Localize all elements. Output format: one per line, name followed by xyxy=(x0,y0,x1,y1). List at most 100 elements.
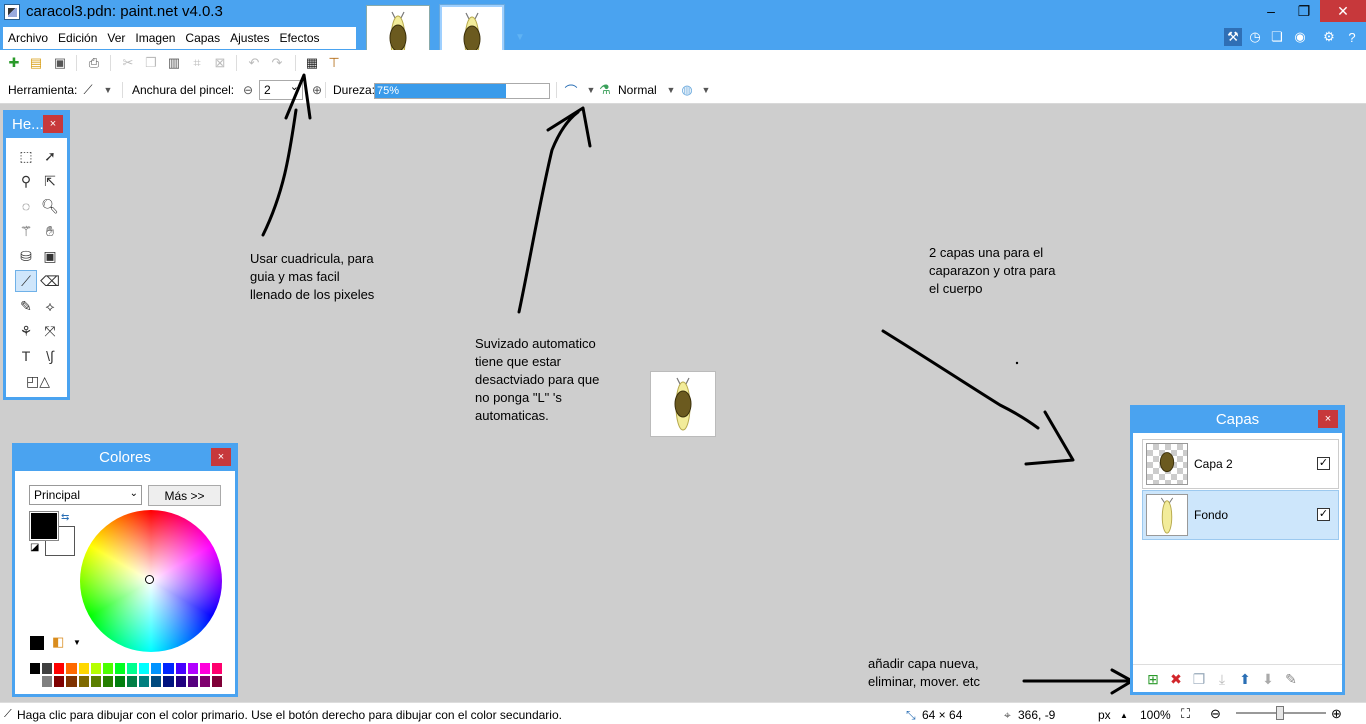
layers-toggle-icon[interactable]: ❏ xyxy=(1268,28,1286,46)
chevron-down-icon[interactable]: ▼ xyxy=(663,82,679,98)
chevron-down-icon[interactable]: ▼ xyxy=(698,82,714,98)
palette-swatch[interactable] xyxy=(89,662,102,675)
chevron-down-icon[interactable]: ▼ xyxy=(100,82,116,98)
tools-window-close[interactable]: × xyxy=(43,115,63,133)
blend-mode-flask-icon[interactable]: ⚗ xyxy=(597,82,613,98)
gradient-icon[interactable]: ▣ xyxy=(39,245,61,267)
line-curve-icon[interactable]: \∫ xyxy=(39,345,61,367)
color-wheel[interactable] xyxy=(80,510,222,652)
color-palette[interactable] xyxy=(29,662,223,688)
layer-row[interactable]: Capa 2 ✓ xyxy=(1142,439,1339,489)
palette-select[interactable]: Principal ⌄ xyxy=(29,485,142,505)
tabs-scroll-icon[interactable]: ▼ xyxy=(515,32,525,43)
palette-swatch[interactable] xyxy=(29,662,42,675)
blend-mode-label[interactable]: Normal xyxy=(618,83,657,97)
print-icon[interactable]: ⎙ xyxy=(86,55,102,71)
cut-icon[interactable]: ✂ xyxy=(120,55,136,71)
brush-width-select[interactable]: 2 xyxy=(259,80,303,100)
move-selected-pixels-icon[interactable]: ➚ xyxy=(39,145,61,167)
palette-swatch[interactable] xyxy=(101,675,114,688)
palette-swatch[interactable] xyxy=(186,675,199,688)
palette-swatch[interactable] xyxy=(77,675,90,688)
layers-window-titlebar[interactable]: Capas × xyxy=(1133,408,1342,433)
minimize-button[interactable]: – xyxy=(1255,0,1287,22)
colors-window-close[interactable]: × xyxy=(211,448,231,466)
menu-ajustes[interactable]: Ajustes xyxy=(225,31,274,45)
increase-width-icon[interactable]: ⊕ xyxy=(309,82,325,98)
move-layer-up-icon[interactable]: ⬆ xyxy=(1236,670,1254,688)
palette-swatch[interactable] xyxy=(174,662,187,675)
menu-ver[interactable]: Ver xyxy=(102,31,130,45)
palette-swatch[interactable] xyxy=(174,675,187,688)
palette-swatch[interactable] xyxy=(138,675,151,688)
colors-window-titlebar[interactable]: Colores × xyxy=(15,446,235,471)
redo-icon[interactable]: ↷ xyxy=(269,55,285,71)
palette-swatch[interactable] xyxy=(138,662,151,675)
paste-icon[interactable]: ▥ xyxy=(166,55,182,71)
decrease-width-icon[interactable]: ⊖ xyxy=(240,82,256,98)
palette-swatch[interactable] xyxy=(101,662,114,675)
zoom-icon[interactable]: 🔍︎ xyxy=(39,195,61,217)
chevron-down-icon[interactable]: ▼ xyxy=(73,638,81,647)
menu-imagen[interactable]: Imagen xyxy=(130,31,180,45)
copy-icon[interactable]: ❐ xyxy=(143,55,159,71)
hardness-slider[interactable]: 75% xyxy=(374,83,550,99)
settings-gear-icon[interactable]: ⚙ xyxy=(1320,28,1338,46)
alpha-blend-icon[interactable]: ◍ xyxy=(679,82,695,98)
zoom-to-window-icon[interactable]: ⛶ xyxy=(1181,706,1190,722)
palette-swatch[interactable] xyxy=(113,662,126,675)
palette-swatch[interactable] xyxy=(89,675,102,688)
eraser-icon[interactable]: ⌫ xyxy=(39,270,61,292)
zoom-level[interactable]: 100% xyxy=(1140,708,1171,722)
palette-swatch[interactable] xyxy=(126,675,139,688)
move-selection-icon[interactable]: ⇱ xyxy=(39,170,61,192)
text-icon[interactable]: T xyxy=(15,345,37,367)
zoom-in-icon[interactable]: ⊕ xyxy=(1331,706,1342,722)
layer-row[interactable]: Fondo ✓ xyxy=(1142,490,1339,540)
palette-swatch[interactable] xyxy=(126,662,139,675)
rectangle-select-icon[interactable]: ⬚ xyxy=(15,145,37,167)
palette-swatch[interactable] xyxy=(41,662,54,675)
canvas-image[interactable] xyxy=(650,371,716,437)
palette-swatch[interactable] xyxy=(162,662,175,675)
new-image-icon[interactable]: ✚ xyxy=(6,55,22,71)
color-picker-icon[interactable]: ⟡ xyxy=(39,295,61,317)
help-icon[interactable]: ? xyxy=(1343,28,1361,46)
layer-visibility-checkbox[interactable]: ✓ xyxy=(1317,508,1330,521)
more-colors-button[interactable]: Más >> xyxy=(148,485,221,506)
palette-swatch[interactable] xyxy=(77,662,90,675)
ruler-icon[interactable]: ⊤ xyxy=(326,55,342,71)
close-button[interactable]: ✕ xyxy=(1320,0,1366,22)
tools-toggle-icon[interactable]: ⚒ xyxy=(1224,28,1242,46)
duplicate-layer-icon[interactable]: ❐ xyxy=(1190,670,1208,688)
menu-edicion[interactable]: Edición xyxy=(53,31,102,45)
swap-colors-icon[interactable]: ⇆ xyxy=(61,512,69,523)
palette-swatch[interactable] xyxy=(65,675,78,688)
palette-swatch[interactable] xyxy=(210,662,223,675)
zoom-slider-handle[interactable] xyxy=(1276,706,1284,720)
move-layer-down-icon[interactable]: ⬇ xyxy=(1259,670,1277,688)
palette-swatch[interactable] xyxy=(198,662,211,675)
open-folder-icon[interactable]: ▤ xyxy=(28,55,44,71)
colors-toggle-icon[interactable]: ◉ xyxy=(1291,28,1309,46)
reset-colors-icon[interactable]: ◪ xyxy=(30,542,39,553)
menu-efectos[interactable]: Efectos xyxy=(274,31,324,45)
crop-icon[interactable]: ⌗ xyxy=(189,55,205,71)
ellipse-select-icon[interactable]: ◌ xyxy=(15,195,37,217)
paint-bucket-icon[interactable]: ⛁ xyxy=(15,245,37,267)
palette-swatch[interactable] xyxy=(150,662,163,675)
palette-swatch[interactable] xyxy=(186,662,199,675)
menu-capas[interactable]: Capas xyxy=(180,31,225,45)
save-icon[interactable]: ▣ xyxy=(52,55,68,71)
palette-swatch[interactable] xyxy=(162,675,175,688)
pencil-icon[interactable]: ✎ xyxy=(15,295,37,317)
add-layer-icon[interactable]: ⊞ xyxy=(1144,670,1162,688)
magic-wand-icon[interactable]: ⚚ xyxy=(15,220,37,242)
grid-icon[interactable]: ▦ xyxy=(304,55,320,71)
palette-swatch[interactable] xyxy=(65,662,78,675)
menu-archivo[interactable]: Archivo xyxy=(3,31,53,45)
primary-color-swatch[interactable] xyxy=(29,511,59,541)
paintnet-app-icon[interactable] xyxy=(4,4,20,20)
recolor-icon[interactable]: ⤧ xyxy=(39,320,61,342)
restore-button[interactable]: ❐ xyxy=(1288,0,1320,22)
